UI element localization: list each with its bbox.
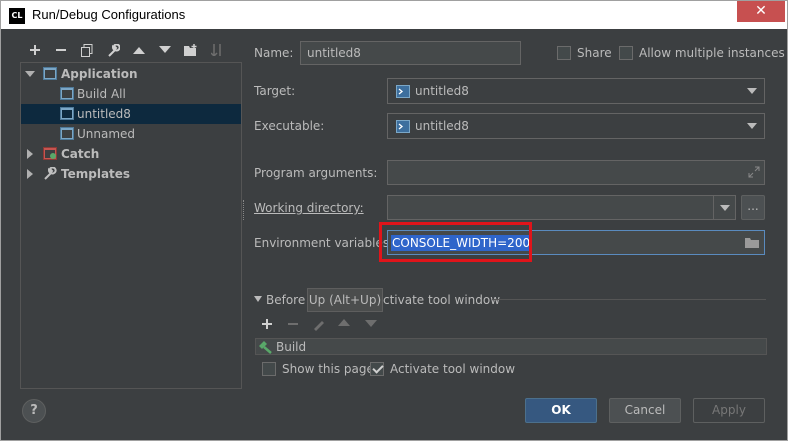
folder-icon[interactable] [745,237,759,248]
executable-select[interactable]: untitled8 [387,113,765,139]
copy-configuration-button[interactable] [74,40,100,60]
configurations-toolbar [22,40,230,60]
build-task-label: Build [276,340,307,354]
title-bar: CL Run/Debug Configurations ✕ [0,0,788,29]
expand-down-icon[interactable] [25,69,35,79]
copy-icon [81,43,93,57]
before-launch-title-suffix: ctivate tool window [383,293,501,307]
move-task-down-icon[interactable] [365,320,377,328]
program-arguments-input[interactable] [387,160,765,185]
collapse-down-icon[interactable] [254,296,262,303]
ok-button[interactable]: OK [525,398,597,423]
folder-add-icon [184,44,197,56]
share-label: Share [577,46,612,60]
working-directory-label: Working directory: [254,201,364,215]
add-configuration-button[interactable] [22,40,48,60]
sort-icon [211,44,221,56]
move-down-icon [159,46,171,53]
create-folder-button[interactable] [178,40,204,60]
tree-label-unnamed: Unnamed [77,127,136,141]
chevron-down-icon [720,205,730,211]
tree-label-application: Application [61,67,138,81]
highlight-box [379,222,532,262]
allow-multiple-instances-label: Allow multiple instances [639,46,785,60]
tree-node-unnamed[interactable]: Unnamed [21,124,241,144]
configurations-tree: Application Build All untitled8 Unnamed … [20,62,242,389]
add-icon [30,45,40,55]
target-value: untitled8 [415,84,469,98]
allow-multiple-instances-checkbox[interactable] [619,46,633,60]
share-checkbox[interactable] [557,46,571,60]
wrench-icon [107,43,120,57]
name-input[interactable]: untitled8 [300,41,521,65]
close-window-button[interactable]: ✕ [737,1,785,22]
environment-variables-label: Environment variables: [254,236,394,250]
executable-label: Executable: [254,119,325,133]
clion-app-icon: CL [9,8,25,24]
application-icon [43,67,57,80]
section-divider [492,299,766,300]
working-directory-label-text: Working directory: [254,201,364,215]
move-task-up-icon[interactable] [338,318,350,326]
before-launch-task-build[interactable]: Build [255,338,767,355]
configuration-icon [60,107,74,120]
configuration-icon [60,87,74,100]
chevron-down-icon [747,123,757,129]
tree-label-templates: Templates [61,167,131,181]
tree-label-build-all: Build All [77,87,126,101]
catch-test-icon [43,147,57,160]
tree-node-templates[interactable]: Templates [21,164,241,184]
working-directory-input[interactable] [387,195,736,220]
window-title: Run/Debug Configurations [32,7,186,22]
tree-node-application[interactable]: Application [21,64,241,84]
console-icon [396,85,410,98]
wrench-icon [44,167,57,180]
expand-right-icon[interactable] [25,149,35,159]
tree-node-catch[interactable]: Catch [21,144,241,164]
target-label: Target: [254,84,296,98]
sort-button[interactable] [204,40,230,60]
browse-button[interactable]: ... [741,195,765,220]
configuration-icon [60,127,74,140]
remove-configuration-button[interactable] [48,40,74,60]
name-label: Name: [254,46,294,60]
remove-icon [56,49,66,51]
move-up-icon [133,47,145,54]
help-button[interactable]: ? [22,399,46,423]
expand-right-icon[interactable] [25,169,35,179]
tree-node-build-all[interactable]: Build All [21,84,241,104]
activate-tool-window-checkbox[interactable] [370,362,384,376]
remove-task-icon[interactable] [287,318,299,330]
chevron-down-icon [747,88,757,94]
activate-tool-window-label: Activate tool window [390,362,516,376]
apply-button[interactable]: Apply [693,398,765,423]
program-arguments-label: Program arguments: [254,166,378,180]
hammer-icon [259,341,272,354]
show-this-page-label: Show this page [282,362,374,376]
edit-defaults-button[interactable] [100,40,126,60]
before-launch-title: Before l [266,293,313,307]
cancel-button[interactable]: Cancel [609,398,681,423]
executable-value: untitled8 [415,119,469,133]
panel-splitter[interactable] [243,200,245,220]
console-icon [396,120,410,133]
tree-label-catch: Catch [61,147,100,161]
edit-task-icon[interactable] [312,317,326,331]
tree-node-untitled8[interactable]: untitled8 [21,104,241,124]
move-down-button[interactable] [152,40,178,60]
target-select[interactable]: untitled8 [387,78,765,104]
tree-label-untitled8: untitled8 [77,107,131,121]
expand-icon[interactable] [748,166,760,178]
up-tooltip: Up (Alt+Up) [307,288,383,312]
add-task-icon[interactable] [261,318,273,330]
working-directory-dropdown[interactable] [713,196,735,219]
move-up-button[interactable] [126,40,152,60]
show-this-page-checkbox[interactable] [262,362,276,376]
